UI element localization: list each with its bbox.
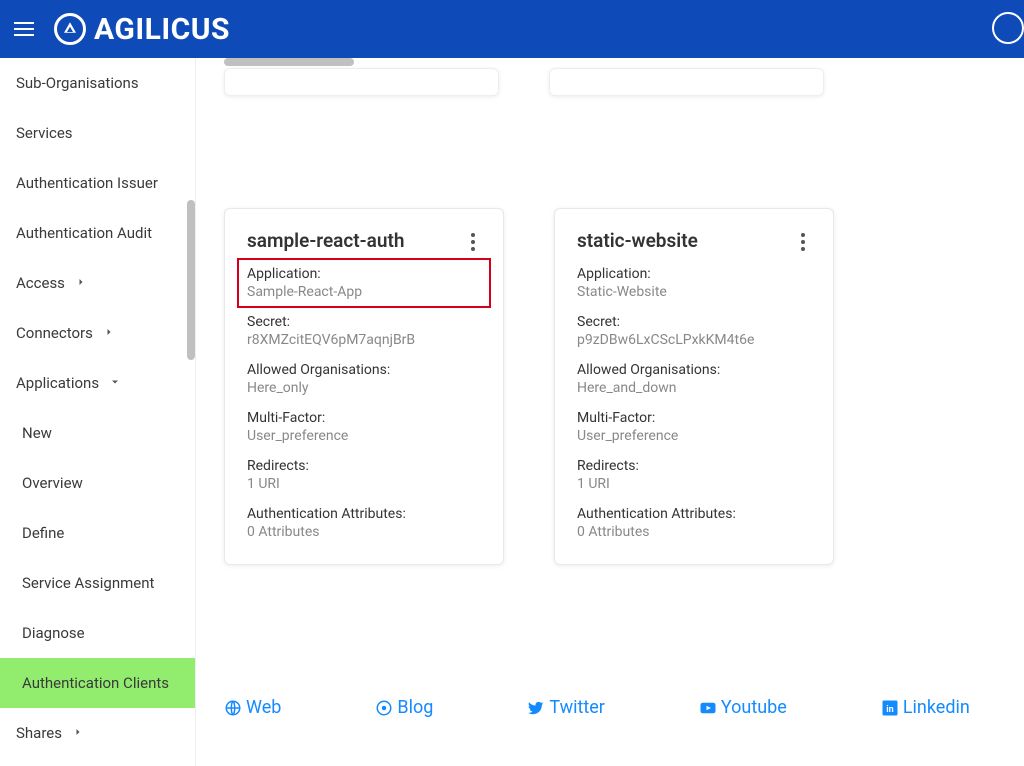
field-label-application: Application: <box>577 266 811 282</box>
field-value-application: Sample-React-App <box>247 284 481 300</box>
twitter-icon <box>527 699 545 717</box>
field-value-allowed-orgs: Here_only <box>247 380 481 396</box>
sidebar-item-label: Service Assignment <box>22 574 154 592</box>
card-title: sample-react-auth <box>247 229 404 252</box>
field-value-auth-attrs: 0 Attributes <box>577 524 811 540</box>
sidebar-item-authentication-issuer[interactable]: Authentication Issuer <box>0 158 195 208</box>
chevron-right-icon <box>103 326 115 341</box>
sidebar-item-label: Applications <box>16 374 99 392</box>
more-menu-icon[interactable] <box>795 229 811 251</box>
sidebar-item-access[interactable]: Access <box>0 258 195 308</box>
field-label-redirects: Redirects: <box>247 458 481 474</box>
footer-link-linkedin[interactable]: in Linkedin <box>881 697 970 718</box>
sidebar-item-label: New <box>22 424 52 442</box>
sidebar-item-label: Connectors <box>16 324 93 342</box>
sidebar-item-new[interactable]: New <box>0 408 195 458</box>
brand-text: AGILICUS <box>94 12 230 47</box>
sidebar-item-label: Shares <box>16 724 62 742</box>
youtube-icon <box>699 699 717 717</box>
highlighted-field-box: Application: Sample-React-App <box>237 258 491 308</box>
card-title: static-website <box>577 229 698 252</box>
footer-link-label: Linkedin <box>903 697 970 718</box>
field-value-mfa: User_preference <box>247 428 481 444</box>
chevron-right-icon <box>72 726 84 741</box>
footer-link-twitter[interactable]: Twitter <box>527 697 605 718</box>
sidebar-item-service-assignment[interactable]: Service Assignment <box>0 558 195 608</box>
sidebar-item-diagnose[interactable]: Diagnose <box>0 608 195 658</box>
field-label-allowed-orgs: Allowed Organisations: <box>247 362 481 378</box>
linkedin-icon: in <box>881 699 899 717</box>
footer-links: Web Blog Twitter Youtube in Linkedin <box>224 697 1024 718</box>
sidebar-item-sub-organisations[interactable]: Sub-Organisations <box>0 58 195 108</box>
sidebar-item-label: Sub-Organisations <box>16 74 139 92</box>
hamburger-menu-icon[interactable] <box>14 17 38 41</box>
field-label-auth-attrs: Authentication Attributes: <box>247 506 481 522</box>
sidebar-item-label: Access <box>16 274 65 292</box>
brand[interactable]: AGILICUS <box>54 12 230 47</box>
field-label-auth-attrs: Authentication Attributes: <box>577 506 811 522</box>
field-value-redirects: 1 URI <box>247 476 481 492</box>
sidebar-scrollbar[interactable] <box>187 58 195 766</box>
sidebar-item-label: Overview <box>22 474 83 492</box>
auth-client-card: sample-react-auth Application: Sample-Re… <box>224 208 504 565</box>
sidebar-item-authentication-audit[interactable]: Authentication Audit <box>0 208 195 258</box>
card-placeholder <box>224 68 499 96</box>
footer-link-web[interactable]: Web <box>224 697 281 718</box>
avatar[interactable] <box>992 12 1024 44</box>
field-label-mfa: Multi-Factor: <box>247 410 481 426</box>
field-value-secret: r8XMZcitEQV6pM7aqnjBrB <box>247 332 481 348</box>
field-value-auth-attrs: 0 Attributes <box>247 524 481 540</box>
field-value-allowed-orgs: Here_and_down <box>577 380 811 396</box>
more-menu-icon[interactable] <box>465 229 481 251</box>
field-label-secret: Secret: <box>577 314 811 330</box>
horizontal-scrollbar[interactable] <box>224 58 354 66</box>
sidebar-item-metrics[interactable]: Metrics <box>0 758 195 766</box>
field-label-redirects: Redirects: <box>577 458 811 474</box>
sidebar-item-define[interactable]: Define <box>0 508 195 558</box>
chevron-right-icon <box>75 276 87 291</box>
sidebar-item-services[interactable]: Services <box>0 108 195 158</box>
sidebar-item-label: Diagnose <box>22 624 85 642</box>
field-label-application: Application: <box>247 266 481 282</box>
field-label-secret: Secret: <box>247 314 481 330</box>
auth-client-card: static-website Application: Static-Websi… <box>554 208 834 565</box>
sidebar-item-label: Authentication Audit <box>16 224 152 242</box>
card-placeholder <box>549 68 824 96</box>
sidebar-item-authentication-clients[interactable]: Authentication Clients <box>0 658 195 708</box>
sidebar-item-label: Authentication Clients <box>22 674 169 692</box>
chevron-down-icon <box>109 376 121 391</box>
agilicus-logo-icon <box>54 13 86 45</box>
main-content: sample-react-auth Application: Sample-Re… <box>196 58 1024 766</box>
sidebar-item-label: Define <box>22 524 64 542</box>
blog-icon <box>375 699 393 717</box>
field-label-allowed-orgs: Allowed Organisations: <box>577 362 811 378</box>
footer-link-label: Twitter <box>549 697 605 718</box>
field-value-redirects: 1 URI <box>577 476 811 492</box>
field-value-mfa: User_preference <box>577 428 811 444</box>
topbar: AGILICUS <box>0 0 1024 58</box>
field-value-secret: p9zDBw6LxCScLPxkKM4t6e <box>577 332 811 348</box>
sidebar-item-label: Services <box>16 124 73 142</box>
footer-link-label: Web <box>246 697 281 718</box>
svg-text:in: in <box>886 704 893 714</box>
sidebar: Sub-Organisations Services Authenticatio… <box>0 58 196 766</box>
sidebar-item-label: Authentication Issuer <box>16 174 158 192</box>
field-value-application: Static-Website <box>577 284 811 300</box>
sidebar-item-applications[interactable]: Applications <box>0 358 195 408</box>
footer-link-label: Blog <box>397 697 433 718</box>
field-label-mfa: Multi-Factor: <box>577 410 811 426</box>
sidebar-item-connectors[interactable]: Connectors <box>0 308 195 358</box>
footer-link-youtube[interactable]: Youtube <box>699 697 787 718</box>
footer-link-label: Youtube <box>721 697 787 718</box>
sidebar-item-shares[interactable]: Shares <box>0 708 195 758</box>
footer-link-blog[interactable]: Blog <box>375 697 433 718</box>
web-icon <box>224 699 242 717</box>
sidebar-item-overview[interactable]: Overview <box>0 458 195 508</box>
